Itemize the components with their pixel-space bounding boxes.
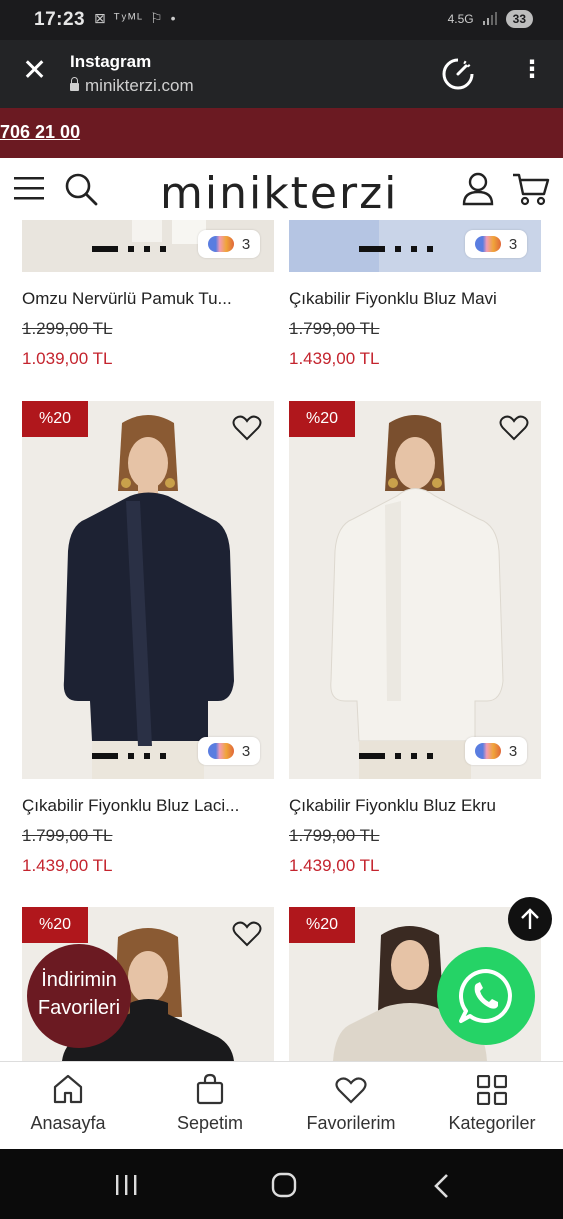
product-name[interactable]: Çıkabilir Fiyonklu Bluz Ekru [289, 796, 541, 816]
discount-favorites-button[interactable]: İndirimin Favorileri [27, 944, 131, 1048]
nav-categories[interactable]: Kategoriler [440, 1062, 544, 1150]
status-notification-icons: ⊠ ᵀʸᴹᴸ ⚐ • [94, 10, 178, 26]
browser-url: minikterzi.com [70, 76, 194, 96]
image-pagination-dots[interactable] [359, 246, 469, 252]
product-photo [330, 415, 504, 779]
product-image[interactable]: 3 [22, 220, 274, 272]
home-button-icon[interactable] [271, 1172, 297, 1198]
product-sale-price: 1.039,00 TL [22, 349, 113, 368]
nav-label: Sepetim [176, 1113, 244, 1133]
product-old-price: 1.799,00 TL [289, 319, 380, 338]
hamburger-menu-icon[interactable] [14, 176, 44, 202]
product-name[interactable]: Çıkabilir Fiyonklu Bluz Mavi [289, 289, 541, 309]
product-sale-price: 1.439,00 TL [22, 856, 113, 875]
product-image[interactable]: %20 3 [22, 401, 274, 779]
nav-cart[interactable]: Sepetim [164, 1062, 256, 1150]
bag-icon [196, 1073, 224, 1105]
lock-icon [70, 77, 79, 91]
android-navigation-bar [0, 1149, 563, 1219]
scroll-to-top-button[interactable] [508, 897, 552, 941]
cart-icon[interactable] [512, 172, 550, 206]
color-count-pill[interactable]: 3 [198, 230, 260, 258]
nav-home[interactable]: Anasayfa [22, 1062, 114, 1150]
product-image[interactable]: 3 [289, 220, 541, 272]
more-vertical-icon[interactable]: ⋮ [520, 58, 544, 82]
browser-url-text: minikterzi.com [85, 76, 194, 95]
nav-label: Favorilerim [306, 1113, 396, 1133]
image-pagination-dots[interactable] [92, 246, 202, 252]
heart-icon [335, 1077, 367, 1104]
image-pagination-dots[interactable] [92, 753, 202, 759]
nav-favorites[interactable]: Favorilerim [296, 1062, 406, 1150]
product-old-price: 1.299,00 TL [22, 319, 113, 338]
color-swatch-icon [474, 236, 501, 252]
site-logo[interactable]: minikterzi [160, 168, 398, 219]
fav-bubble-line2: Favorileri [37, 997, 121, 1019]
home-icon [53, 1074, 83, 1104]
color-count-pill[interactable]: 3 [465, 737, 527, 765]
product-image[interactable]: %20 3 [289, 401, 541, 779]
nav-label: Anasayfa [30, 1113, 106, 1133]
discount-badge: %20 [289, 907, 355, 943]
battery-icon: 33 [505, 10, 533, 28]
status-time: 17:23 [34, 9, 86, 30]
promo-bar: 706 21 00 [0, 108, 563, 158]
heart-icon[interactable] [232, 413, 262, 443]
site-header: minikterzi [0, 158, 563, 220]
whatsapp-icon [459, 969, 512, 1023]
product-name[interactable]: Omzu Nervürlü Pamuk Tu... [22, 289, 274, 309]
product-old-price: 1.799,00 TL [289, 826, 380, 845]
product-sale-price: 1.439,00 TL [289, 349, 380, 368]
nav-label: Kategoriler [448, 1113, 536, 1133]
product-photo [63, 415, 235, 779]
product-name[interactable]: Çıkabilir Fiyonklu Bluz Laci... [22, 796, 274, 816]
color-swatch-icon [207, 743, 234, 759]
back-icon[interactable] [432, 1173, 450, 1199]
discount-badge: %20 [22, 907, 88, 943]
fav-bubble-line1: İndirimin [41, 969, 117, 991]
status-right: 4.5G 33 [448, 10, 533, 28]
recent-apps-icon[interactable] [114, 1174, 138, 1196]
discount-badge: %20 [289, 401, 355, 437]
grid-icon [477, 1075, 507, 1105]
signal-icon [482, 12, 497, 25]
color-swatch-icon [474, 743, 501, 759]
color-swatch-icon [207, 236, 234, 252]
network-label: 4.5G [447, 12, 474, 26]
speedometer-icon[interactable] [440, 56, 476, 92]
arrow-up-icon [521, 908, 539, 929]
browser-app-title: Instagram [70, 52, 152, 71]
color-count: 3 [508, 742, 518, 760]
in-app-browser-bar: ✕ Instagram minikterzi.com ⋮ [0, 40, 563, 108]
status-bar: 17:23 ⊠ ᵀʸᴹᴸ ⚐ • 4.5G 33 [0, 0, 563, 40]
color-count: 3 [508, 235, 518, 253]
color-count-pill[interactable]: 3 [198, 737, 260, 765]
discount-badge: %20 [22, 401, 88, 437]
whatsapp-button[interactable] [437, 947, 535, 1045]
color-count-pill[interactable]: 3 [465, 230, 527, 258]
bottom-navigation: Anasayfa Sepetim Favorilerim Kategoriler [0, 1061, 563, 1149]
user-account-icon[interactable] [462, 172, 494, 206]
color-count: 3 [241, 742, 251, 760]
close-icon[interactable]: ✕ [22, 56, 47, 86]
image-pagination-dots[interactable] [359, 753, 469, 759]
promo-phone-link[interactable]: 706 21 00 [0, 122, 80, 143]
product-sale-price: 1.439,00 TL [289, 856, 380, 875]
heart-icon[interactable] [232, 919, 262, 949]
search-icon[interactable] [64, 172, 98, 206]
color-count: 3 [241, 235, 251, 253]
product-old-price: 1.799,00 TL [22, 826, 113, 845]
heart-icon[interactable] [499, 413, 529, 443]
